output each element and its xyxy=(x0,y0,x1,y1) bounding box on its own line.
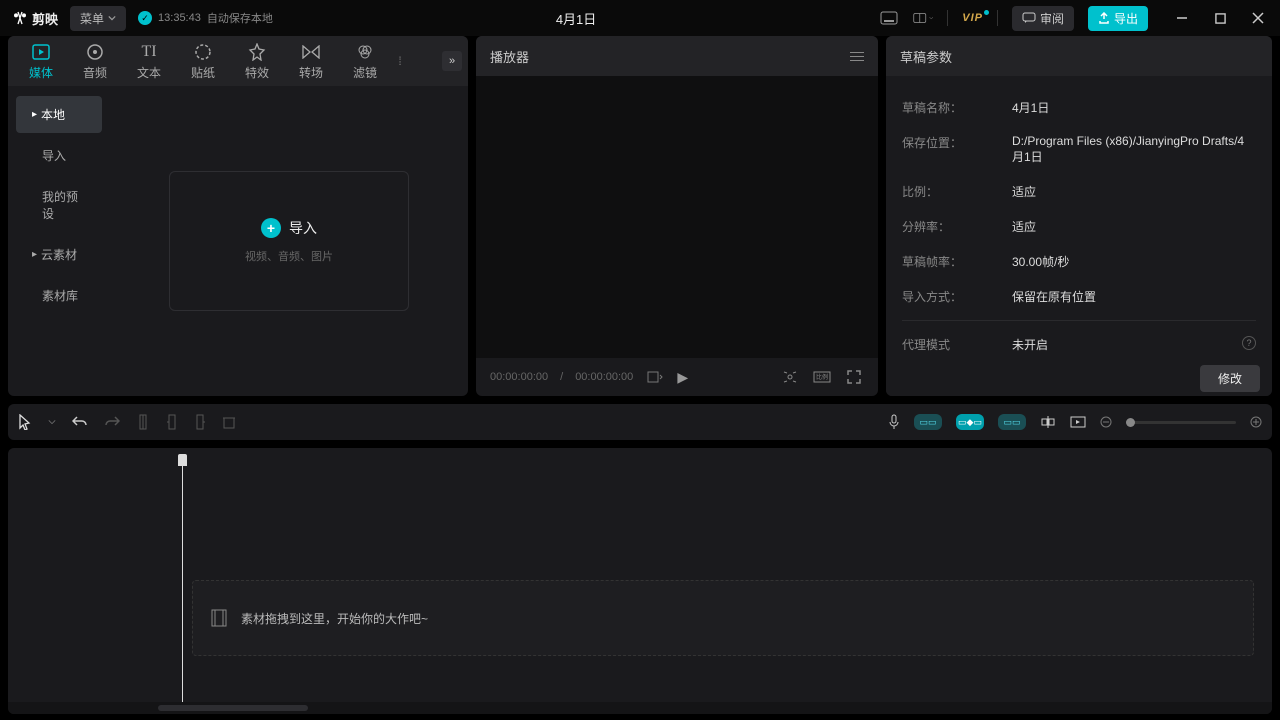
ratio-icon[interactable]: 比例 xyxy=(812,367,832,387)
draft-title: 草稿参数 xyxy=(900,47,952,66)
mic-icon[interactable] xyxy=(888,414,900,430)
snap-toggle-2[interactable]: ▭◆▭ xyxy=(956,414,984,430)
app-logo: 剪映 xyxy=(12,9,58,28)
draft-panel: 草稿参数 草稿名称：4月1日 保存位置：D:/Program Files (x8… xyxy=(886,36,1272,396)
sidebar-item-import[interactable]: 导入 xyxy=(16,137,102,174)
draft-proxy: 未开启 xyxy=(1012,336,1242,353)
sticker-icon xyxy=(194,42,212,62)
timeline[interactable]: 素材拖拽到这里，开始你的大作吧~ xyxy=(8,448,1272,714)
autosave-status: ✓ 13:35:43 自动保存本地 xyxy=(138,10,273,26)
sidebar-item-library[interactable]: 素材库 xyxy=(16,277,102,314)
split-tool[interactable] xyxy=(136,414,150,430)
play-button[interactable]: ▶ xyxy=(677,369,688,386)
maximize-button[interactable] xyxy=(1210,8,1230,28)
transition-icon xyxy=(302,42,320,62)
undo-button[interactable] xyxy=(72,415,88,429)
fullscreen-icon[interactable] xyxy=(844,367,864,387)
sidebar-item-local[interactable]: ▸本地 xyxy=(16,96,102,133)
scissors-icon xyxy=(12,10,28,26)
cut-right-tool[interactable] xyxy=(194,414,206,430)
zoom-in-icon[interactable] xyxy=(1250,416,1262,428)
sidebar-item-presets[interactable]: 我的预设 xyxy=(16,178,102,232)
timeline-dropzone[interactable]: 素材拖拽到这里，开始你的大作吧~ xyxy=(192,580,1254,656)
tab-effect[interactable]: 特效 xyxy=(230,36,284,86)
media-icon xyxy=(32,42,50,62)
draft-fps: 30.00帧/秒 xyxy=(1012,253,1256,270)
tab-text[interactable]: TI文本 xyxy=(122,36,176,86)
tabs-scroll-right[interactable]: » xyxy=(442,51,462,71)
align-icon[interactable] xyxy=(1040,415,1056,429)
preview-icon[interactable] xyxy=(1070,416,1086,428)
player-menu-icon[interactable] xyxy=(850,52,864,61)
player-title: 播放器 xyxy=(490,47,529,66)
chat-icon xyxy=(1022,12,1036,24)
time-total: 00:00:00:00 xyxy=(575,371,633,383)
project-title: 4月1日 xyxy=(285,9,867,28)
import-hint: 视频、音频、图片 xyxy=(245,248,333,264)
text-icon: TI xyxy=(141,42,156,62)
import-dropzone[interactable]: +导入 视频、音频、图片 xyxy=(169,171,409,311)
upload-icon xyxy=(1098,12,1110,24)
timeline-scrollbar[interactable] xyxy=(8,702,1272,714)
snap-toggle-1[interactable]: ▭▭ xyxy=(914,414,942,430)
layout-icon[interactable] xyxy=(913,8,933,28)
media-panel: 媒体 音频 TI文本 贴纸 特效 转场 滤镜 ⁞ » ▸本地 导入 我的预设 ▸… xyxy=(8,36,468,396)
drop-hint: 素材拖拽到这里，开始你的大作吧~ xyxy=(241,610,428,627)
zoom-slider[interactable] xyxy=(1126,421,1236,424)
menu-button[interactable]: 菜单 xyxy=(70,6,126,31)
redo-button[interactable] xyxy=(104,415,120,429)
svg-text:比例: 比例 xyxy=(816,373,828,381)
check-icon: ✓ xyxy=(138,11,152,25)
media-tabs: 媒体 音频 TI文本 贴纸 特效 转场 滤镜 ⁞ » xyxy=(8,36,468,86)
timeline-toolbar: ▭▭ ▭◆▭ ▭▭ xyxy=(8,404,1272,440)
draft-res: 适应 xyxy=(1012,218,1256,235)
vip-badge[interactable]: VIP xyxy=(962,12,983,24)
player-viewport xyxy=(476,76,878,358)
player-panel: 播放器 00:00:00:00 / 00:00:00:00 ▶ 比例 xyxy=(476,36,878,396)
snapshot-icon[interactable] xyxy=(780,367,800,387)
modify-button[interactable]: 修改 xyxy=(1200,365,1260,392)
filter-icon xyxy=(356,42,374,62)
keyboard-icon[interactable] xyxy=(879,8,899,28)
film-icon xyxy=(211,609,227,627)
review-button[interactable]: 审阅 xyxy=(1012,6,1074,31)
minimize-button[interactable] xyxy=(1172,8,1192,28)
help-icon[interactable]: ? xyxy=(1242,336,1256,350)
delete-tool[interactable] xyxy=(222,415,236,429)
tab-media[interactable]: 媒体 xyxy=(14,36,68,86)
zoom-select-icon[interactable] xyxy=(645,367,665,387)
tab-sticker[interactable]: 贴纸 xyxy=(176,36,230,86)
time-current: 00:00:00:00 xyxy=(490,371,548,383)
plus-icon: + xyxy=(261,218,281,238)
tab-transition[interactable]: 转场 xyxy=(284,36,338,86)
tab-audio[interactable]: 音频 xyxy=(68,36,122,86)
sidebar-item-cloud[interactable]: ▸云素材 xyxy=(16,236,102,273)
zoom-out-icon[interactable] xyxy=(1100,416,1112,428)
pointer-tool[interactable] xyxy=(18,414,32,430)
draft-ratio: 适应 xyxy=(1012,183,1256,200)
effect-icon xyxy=(248,42,266,62)
snap-toggle-3[interactable]: ▭▭ xyxy=(998,414,1026,430)
chevron-down-icon xyxy=(108,14,116,22)
draft-name: 4月1日 xyxy=(1012,99,1256,116)
draft-import: 保留在原有位置 xyxy=(1012,288,1256,305)
tab-filter[interactable]: 滤镜 xyxy=(338,36,392,86)
playhead[interactable] xyxy=(178,454,187,466)
cut-left-tool[interactable] xyxy=(166,414,178,430)
titlebar: 剪映 菜单 ✓ 13:35:43 自动保存本地 4月1日 VIP 审阅 导出 xyxy=(0,0,1280,36)
draft-path: D:/Program Files (x86)/JianyingPro Draft… xyxy=(1012,134,1256,165)
close-button[interactable] xyxy=(1248,8,1268,28)
export-button[interactable]: 导出 xyxy=(1088,6,1148,31)
audio-icon xyxy=(86,42,104,62)
pointer-dropdown[interactable] xyxy=(48,418,56,426)
media-sidebar: ▸本地 导入 我的预设 ▸云素材 素材库 xyxy=(8,86,110,396)
